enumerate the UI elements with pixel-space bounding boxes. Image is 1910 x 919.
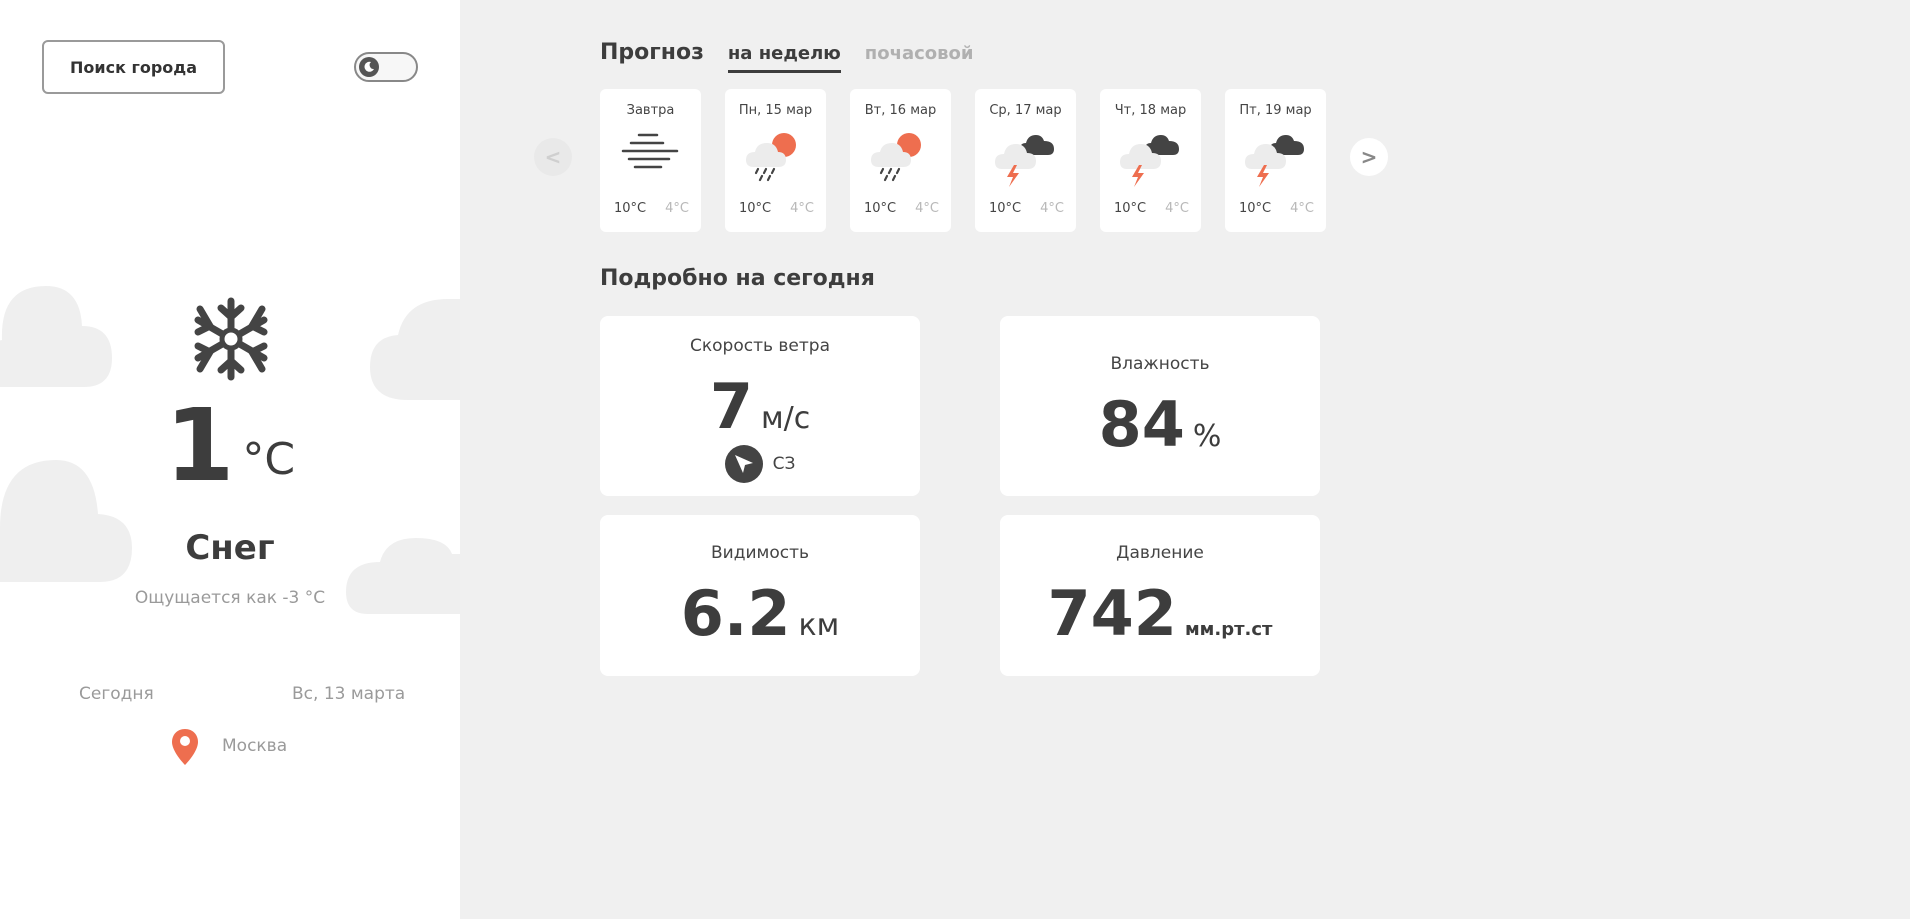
fog-icon: [621, 133, 679, 169]
day-min-temp: 4°C: [915, 201, 939, 216]
card-title: Давление: [1116, 543, 1204, 563]
day-max-temp: 10°C: [989, 201, 1022, 216]
day-min-temp: 4°C: [1165, 201, 1189, 216]
thunderstorm-icon: [1120, 135, 1179, 187]
forecast-day-card[interactable]: Пн, 15 мар 10°C 4°C: [725, 89, 826, 232]
pressure-number: 742: [1047, 577, 1177, 650]
humidity-card: Влажность 84 %: [1000, 316, 1320, 496]
pressure-unit: мм.рт.ст: [1184, 619, 1273, 640]
wind-card: Скорость ветра 7 м/с СЗ: [600, 316, 920, 496]
day-min-temp: 4°C: [790, 201, 814, 216]
pressure-value: 742 мм.рт.ст: [1000, 583, 1320, 645]
day-max-temp: 10°C: [1239, 201, 1272, 216]
day-min-temp: 4°C: [665, 201, 689, 216]
compass-arrow-icon: [724, 445, 763, 483]
thunderstorm-icon: [995, 135, 1054, 187]
tab-hourly[interactable]: почасовой: [865, 43, 974, 70]
day-max-temp: 10°C: [1114, 201, 1147, 216]
current-date: Вс, 13 марта: [292, 684, 406, 704]
sun-rain-icon: [746, 133, 796, 182]
temperature-unit: °C: [242, 434, 296, 485]
day-label: Пт, 19 мар: [1239, 103, 1312, 118]
day-label: Ср, 17 мар: [989, 103, 1062, 118]
wind-value: 7 м/с: [600, 376, 920, 438]
visibility-number: 6.2: [680, 577, 791, 650]
prev-arrow-button[interactable]: <: [534, 138, 572, 176]
day-label: Вт, 16 мар: [864, 103, 937, 118]
forecast-day-card[interactable]: Завтра 10°C 4°C: [600, 89, 701, 232]
wind-unit: м/с: [760, 401, 811, 436]
wind-direction-label: СЗ: [772, 454, 796, 474]
feels-like: Ощущается как -3 °C: [134, 588, 326, 608]
chevron-right-icon: >: [1360, 145, 1378, 169]
day-max-temp: 10°C: [864, 201, 897, 216]
sun-rain-icon: [871, 133, 921, 182]
forecast-day-card[interactable]: Пт, 19 мар 10°C 4°C: [1225, 89, 1326, 232]
forecast-header: Прогноз на неделю почасовой: [600, 40, 974, 73]
cloud-decoration: [0, 286, 112, 387]
card-title: Видимость: [710, 543, 809, 563]
thunderstorm-icon: [1245, 135, 1304, 187]
day-label: Чт, 18 мар: [1114, 103, 1187, 118]
cloud-decoration: [370, 299, 460, 400]
current-temperature: 1 °C: [0, 396, 460, 496]
search-city-button[interactable]: Поиск города: [42, 40, 225, 94]
day-max-temp: 10°C: [739, 201, 772, 216]
next-arrow-button[interactable]: >: [1350, 138, 1388, 176]
day-max-temp: 10°C: [614, 201, 647, 216]
day-label: Пн, 15 мар: [738, 103, 813, 118]
day-min-temp: 4°C: [1290, 201, 1314, 216]
weather-condition: Снег: [185, 528, 275, 568]
forecast-days: Завтра 10°C 4°C Пн, 15 мар 10°C 4°C Вт, …: [600, 89, 1326, 232]
visibility-unit: км: [798, 608, 840, 643]
temperature-value: 1: [164, 387, 235, 504]
visibility-value: 6.2 км: [600, 583, 920, 645]
forecast-day-card[interactable]: Ср, 17 мар 10°C 4°C: [975, 89, 1076, 232]
current-weather-panel: Поиск города 1 °C Снег Ощущается как -3 …: [0, 0, 460, 919]
card-title: Влажность: [1110, 354, 1210, 374]
theme-toggle[interactable]: [354, 52, 418, 82]
snowflake-icon: [194, 297, 268, 381]
forecast-day-card[interactable]: Вт, 16 мар 10°C 4°C: [850, 89, 951, 232]
humidity-value: 84 %: [1000, 394, 1320, 456]
day-label: Завтра: [626, 103, 675, 118]
wind-speed: 7: [709, 370, 753, 443]
humidity-number: 84: [1098, 388, 1185, 461]
visibility-card: Видимость 6.2 км: [600, 515, 920, 676]
humidity-unit: %: [1192, 419, 1222, 454]
moon-icon: [359, 57, 379, 77]
day-min-temp: 4°C: [1040, 201, 1064, 216]
forecast-title: Прогноз: [600, 40, 704, 65]
location-pin-icon: [172, 729, 198, 765]
chevron-left-icon: <: [544, 145, 562, 169]
city-name: Москва: [222, 736, 288, 756]
forecast-day-card[interactable]: Чт, 18 мар 10°C 4°C: [1100, 89, 1201, 232]
card-title: Скорость ветра: [690, 336, 830, 356]
today-label: Сегодня: [79, 684, 154, 704]
pressure-card: Давление 742 мм.рт.ст: [1000, 515, 1320, 676]
wind-direction: СЗ: [600, 445, 920, 483]
details-title: Подробно на сегодня: [600, 266, 875, 291]
tab-week[interactable]: на неделю: [727, 43, 841, 73]
